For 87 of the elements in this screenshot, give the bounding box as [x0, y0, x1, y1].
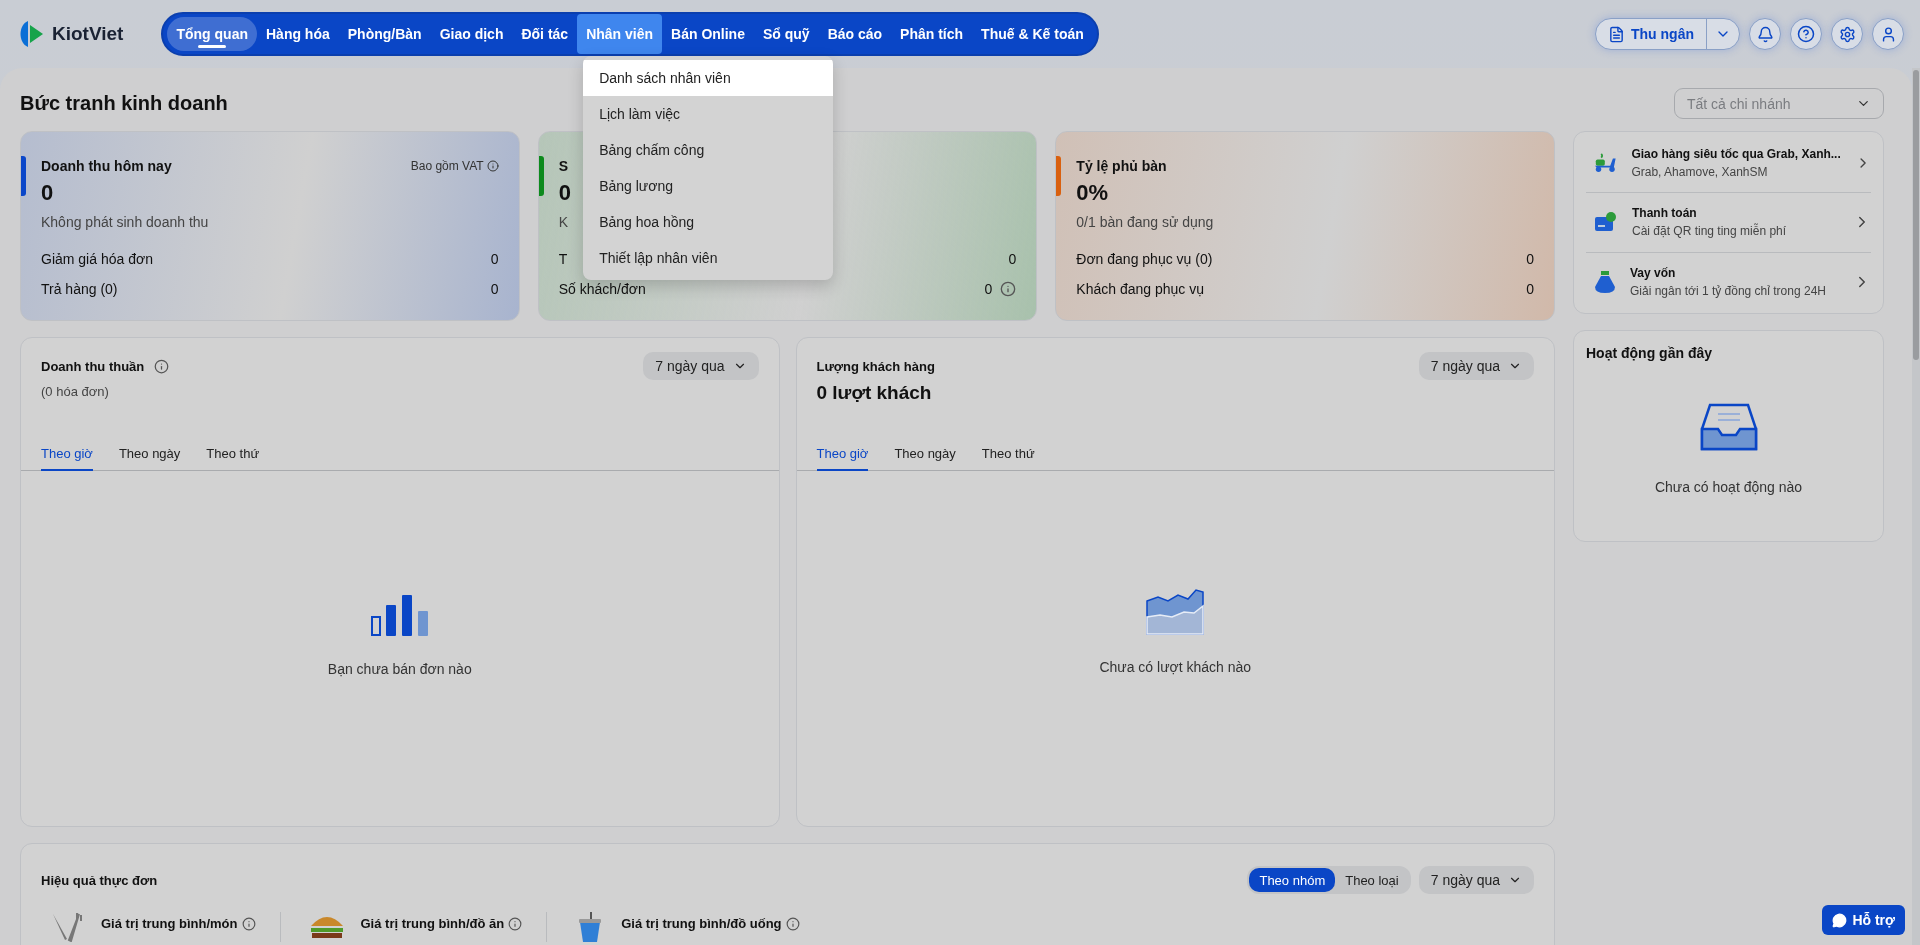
row-value: 0 [1526, 281, 1534, 297]
settings-button[interactable] [1831, 18, 1863, 50]
help-button[interactable] [1790, 18, 1822, 50]
money-bag-icon [1594, 269, 1616, 294]
scrollbar[interactable] [1912, 68, 1920, 945]
metric-label: Giá trị trung bình/món [101, 916, 238, 931]
row-value: 0 [490, 251, 499, 267]
nav-tab[interactable]: Đối tác [512, 17, 578, 51]
segment-button[interactable]: Theo loại [1335, 868, 1409, 892]
document-icon [1608, 25, 1625, 43]
chart-tab[interactable]: Theo ngày [118, 446, 181, 471]
bell-icon [1756, 25, 1774, 43]
empty-message: Chưa có lượt khách nào [1099, 659, 1252, 675]
info-icon [241, 916, 256, 931]
inbox-icon [1699, 403, 1758, 453]
card-value: 0% [1076, 180, 1109, 206]
menu-item[interactable]: Bảng chấm công [583, 132, 834, 168]
nav-tab[interactable]: Bán Online [662, 17, 754, 51]
period-select[interactable]: 7 ngày qua [1418, 866, 1534, 894]
chart-tab[interactable]: Theo thứ [206, 446, 260, 471]
help-icon [1797, 25, 1815, 43]
info-icon [785, 916, 800, 931]
row-label: Khách đang phục vụ [1076, 281, 1204, 297]
account-button[interactable] [1872, 18, 1904, 50]
card-value: 0 [41, 180, 54, 206]
row-label: Đơn đang phục vụ (0) [1076, 251, 1213, 267]
row-value: 0 [1008, 251, 1017, 267]
nav-tab[interactable]: Tổng quan [167, 17, 257, 51]
card-title: Hoạt động gần đây [1586, 345, 1712, 361]
nav-tab[interactable]: Báo cáo [818, 17, 892, 51]
cashier-button[interactable]: Thu ngân [1596, 19, 1707, 49]
row-value: 0 [984, 281, 993, 297]
nav-tab[interactable]: Phân tích [891, 17, 973, 51]
card-subtitle: Không phát sinh doanh thu [41, 214, 209, 230]
chart-tab[interactable]: Theo thứ [981, 446, 1035, 471]
chat-icon [1832, 912, 1848, 928]
nav-tab[interactable]: Sổ quỹ [753, 17, 819, 51]
empty-message: Bạn chưa bán đơn nào [327, 661, 472, 677]
menu-item[interactable]: Danh sách nhân viên [583, 60, 834, 96]
row-label: Trả hàng (0) [41, 281, 118, 297]
row-value: 0 [490, 281, 499, 297]
chart-title: Lượng khách hàng [816, 358, 935, 374]
metric-label: Giá trị trung bình/đồ ăn [360, 916, 505, 931]
nav-tab[interactable]: Phòng/Bàn [338, 17, 431, 51]
period-select[interactable]: 7 ngày qua [1418, 352, 1534, 380]
logo-text[interactable]: KiotViet [52, 23, 124, 45]
chart-tab[interactable]: Theo giờ [41, 446, 93, 471]
info-icon [486, 160, 499, 172]
menu-item[interactable]: Lịch làm việc [583, 96, 834, 132]
chart-tab[interactable]: Theo ngày [894, 446, 956, 471]
row-value: 0 [1526, 251, 1534, 267]
nav-tab[interactable]: Nhân viên [577, 14, 663, 54]
promo-item[interactable]: Vay vốn Giải ngân tới 1 tỷ đồng chỉ trong 24H [1586, 251, 1871, 311]
card-subtitle: K [558, 214, 568, 230]
promo-item[interactable]: Thanh toán Cài đặt QR ting ting miễn phí [1586, 192, 1871, 252]
card-subtitle: 0/1 bàn đang sử dụng [1076, 214, 1214, 230]
info-icon [508, 916, 523, 931]
support-button[interactable]: Hỗ trợ [1822, 905, 1905, 935]
chart-headline: 0 lượt khách [816, 382, 933, 404]
settings-icon [1838, 25, 1856, 43]
menu-item[interactable]: Thiết lập nhân viên [583, 240, 834, 276]
empty-message: Chưa có hoạt động nào [1654, 479, 1803, 495]
card-title: Tỷ lệ phủ bàn [1076, 158, 1167, 174]
chart-tab[interactable]: Theo giờ [816, 446, 869, 471]
wallet-icon [1594, 211, 1618, 234]
chart-title: Doanh thu thuần [41, 358, 145, 374]
segment-button[interactable]: Theo nhóm [1249, 868, 1336, 892]
nav-tab[interactable]: Giao dịch [430, 17, 513, 51]
menu-item[interactable]: Bảng hoa hồng [583, 204, 834, 240]
row-label: Số khách/đơn [558, 281, 646, 297]
chart-subtitle: (0 hóa đơn) [41, 384, 110, 399]
card-value: 0 [558, 180, 571, 206]
row-label: Giảm giá hóa đơn [41, 251, 153, 267]
menu-item[interactable]: Bảng lương [583, 168, 834, 204]
card-title: S [558, 158, 568, 174]
area-chart-icon [1146, 587, 1205, 635]
page-title: Bức tranh kinh doanh [20, 92, 228, 115]
vat-note: Bao gồm VAT [410, 159, 499, 173]
promo-item[interactable]: Giao hàng siêu tốc qua Grab, Xanh... Grab, Ahamove, XanhSM [1586, 134, 1871, 193]
card-title: Hiệu quả thực đơn [41, 872, 158, 888]
notifications-button[interactable] [1749, 18, 1781, 50]
period-select[interactable]: 7 ngày qua [643, 352, 759, 380]
row-label: T [558, 251, 568, 267]
card-title: Doanh thu hôm nay [41, 158, 172, 174]
nav-tab[interactable]: Thuế & Kế toán [972, 17, 1093, 51]
metric-label: Giá trị trung bình/đồ uống [621, 916, 782, 931]
nav-tab[interactable]: Hàng hóa [257, 17, 339, 51]
